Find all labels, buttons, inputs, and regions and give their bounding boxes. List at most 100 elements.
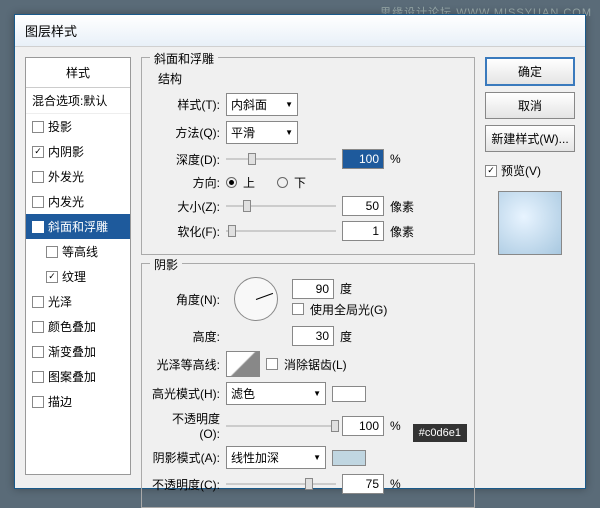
blend-defaults[interactable]: 混合选项:默认 bbox=[26, 88, 130, 114]
soften-input[interactable]: 1 bbox=[342, 221, 384, 241]
style-item-7[interactable]: 光泽 bbox=[26, 289, 130, 314]
size-slider[interactable] bbox=[226, 199, 336, 213]
style-item-label: 纹理 bbox=[62, 268, 86, 285]
highlight-opacity-label: 不透明度(O): bbox=[152, 410, 220, 441]
shadow-opacity-slider[interactable] bbox=[226, 477, 336, 491]
shading-group: 阴影 角度(N): 90 度 使用全局光(G) bbox=[141, 263, 475, 508]
caret-icon: ▼ bbox=[285, 100, 293, 109]
size-input[interactable]: 50 bbox=[342, 196, 384, 216]
technique-label: 方法(Q): bbox=[152, 124, 220, 141]
highlight-color-swatch[interactable] bbox=[332, 386, 366, 402]
style-item-label: 光泽 bbox=[48, 293, 72, 310]
new-style-button[interactable]: 新建样式(W)... bbox=[485, 125, 575, 152]
style-item-10[interactable]: 图案叠加 bbox=[26, 364, 130, 389]
style-label: 样式(T): bbox=[152, 96, 220, 113]
preview-label: 预览(V) bbox=[501, 162, 541, 179]
layer-style-dialog: 图层样式 样式 混合选项:默认 投影内阴影外发光内发光斜面和浮雕等高线纹理光泽颜… bbox=[14, 14, 586, 489]
antialias-label: 消除锯齿(L) bbox=[284, 356, 347, 373]
technique-select[interactable]: 平滑▼ bbox=[226, 121, 298, 144]
bevel-group-title: 斜面和浮雕 bbox=[150, 50, 218, 67]
style-item-3[interactable]: 内发光 bbox=[26, 189, 130, 214]
highlight-mode-select[interactable]: 滤色▼ bbox=[226, 382, 326, 405]
style-checkbox[interactable] bbox=[46, 246, 58, 258]
style-item-1[interactable]: 内阴影 bbox=[26, 139, 130, 164]
style-item-label: 斜面和浮雕 bbox=[48, 218, 108, 235]
style-checkbox[interactable] bbox=[32, 371, 44, 383]
style-checkbox[interactable] bbox=[32, 196, 44, 208]
style-item-2[interactable]: 外发光 bbox=[26, 164, 130, 189]
structure-subtitle: 结构 bbox=[158, 70, 464, 87]
angle-dial[interactable] bbox=[234, 277, 278, 321]
style-checkbox[interactable] bbox=[32, 321, 44, 333]
style-checkbox[interactable] bbox=[32, 396, 44, 408]
style-checkbox[interactable] bbox=[32, 221, 44, 233]
style-select[interactable]: 内斜面▼ bbox=[226, 93, 298, 116]
unit-degree: 度 bbox=[340, 328, 352, 345]
cancel-button[interactable]: 取消 bbox=[485, 92, 575, 119]
altitude-input[interactable]: 30 bbox=[292, 326, 334, 346]
style-checkbox[interactable] bbox=[32, 296, 44, 308]
style-checkbox[interactable] bbox=[32, 121, 44, 133]
shading-title: 阴影 bbox=[150, 256, 182, 273]
style-checkbox[interactable] bbox=[32, 346, 44, 358]
shadow-opacity-input[interactable]: 75 bbox=[342, 474, 384, 494]
soften-slider[interactable] bbox=[226, 224, 336, 238]
style-item-9[interactable]: 渐变叠加 bbox=[26, 339, 130, 364]
gloss-contour-label: 光泽等高线: bbox=[152, 356, 220, 373]
style-item-label: 等高线 bbox=[62, 243, 98, 260]
highlight-opacity-slider[interactable] bbox=[226, 419, 336, 433]
unit-percent: % bbox=[390, 477, 401, 491]
dialog-title: 图层样式 bbox=[15, 15, 585, 47]
style-checkbox[interactable] bbox=[46, 271, 58, 283]
styles-header: 样式 bbox=[26, 58, 130, 88]
angle-input[interactable]: 90 bbox=[292, 279, 334, 299]
shadow-color-swatch[interactable] bbox=[332, 450, 366, 466]
unit-px: 像素 bbox=[390, 198, 414, 215]
depth-label: 深度(D): bbox=[152, 151, 220, 168]
style-item-label: 内阴影 bbox=[48, 143, 84, 160]
depth-input[interactable]: 100 bbox=[342, 149, 384, 169]
global-light-checkbox[interactable] bbox=[292, 303, 304, 315]
unit-px: 像素 bbox=[390, 223, 414, 240]
style-item-0[interactable]: 投影 bbox=[26, 114, 130, 139]
size-label: 大小(Z): bbox=[152, 198, 220, 215]
style-item-8[interactable]: 颜色叠加 bbox=[26, 314, 130, 339]
preview-checkbox[interactable] bbox=[485, 165, 497, 177]
direction-down-radio[interactable] bbox=[277, 177, 288, 188]
angle-label: 角度(N): bbox=[152, 291, 220, 308]
gloss-contour-picker[interactable] bbox=[226, 351, 260, 377]
style-item-6[interactable]: 纹理 bbox=[26, 264, 130, 289]
style-item-5[interactable]: 等高线 bbox=[26, 239, 130, 264]
style-item-11[interactable]: 描边 bbox=[26, 389, 130, 414]
shadow-mode-select[interactable]: 线性加深▼ bbox=[226, 446, 326, 469]
unit-percent: % bbox=[390, 152, 401, 166]
style-item-label: 内发光 bbox=[48, 193, 84, 210]
style-item-label: 投影 bbox=[48, 118, 72, 135]
preview-thumbnail bbox=[498, 191, 562, 255]
unit-degree: 度 bbox=[340, 280, 352, 297]
style-checkbox[interactable] bbox=[32, 146, 44, 158]
global-light-label: 使用全局光(G) bbox=[310, 301, 387, 318]
settings-main: 斜面和浮雕 结构 样式(T): 内斜面▼ 方法(Q): 平滑▼ 深度(D): 1… bbox=[141, 57, 475, 475]
caret-icon: ▼ bbox=[313, 389, 321, 398]
unit-percent: % bbox=[390, 419, 401, 433]
style-item-label: 渐变叠加 bbox=[48, 343, 96, 360]
highlight-opacity-input[interactable]: 100 bbox=[342, 416, 384, 436]
shadow-opacity-label: 不透明度(C): bbox=[152, 476, 220, 493]
style-checkbox[interactable] bbox=[32, 171, 44, 183]
bevel-group: 斜面和浮雕 结构 样式(T): 内斜面▼ 方法(Q): 平滑▼ 深度(D): 1… bbox=[141, 57, 475, 255]
ok-button[interactable]: 确定 bbox=[485, 57, 575, 86]
color-tooltip: #c0d6e1 bbox=[413, 424, 467, 442]
shadow-mode-label: 阴影模式(A): bbox=[152, 449, 220, 466]
caret-icon: ▼ bbox=[313, 453, 321, 462]
style-item-label: 外发光 bbox=[48, 168, 84, 185]
antialias-checkbox[interactable] bbox=[266, 358, 278, 370]
right-button-panel: 确定 取消 新建样式(W)... 预览(V) bbox=[485, 57, 575, 475]
altitude-label: 高度: bbox=[152, 328, 220, 345]
style-item-label: 颜色叠加 bbox=[48, 318, 96, 335]
direction-up-radio[interactable] bbox=[226, 177, 237, 188]
style-item-label: 描边 bbox=[48, 393, 72, 410]
style-item-4[interactable]: 斜面和浮雕 bbox=[26, 214, 130, 239]
depth-slider[interactable] bbox=[226, 152, 336, 166]
styles-list-panel: 样式 混合选项:默认 投影内阴影外发光内发光斜面和浮雕等高线纹理光泽颜色叠加渐变… bbox=[25, 57, 131, 475]
